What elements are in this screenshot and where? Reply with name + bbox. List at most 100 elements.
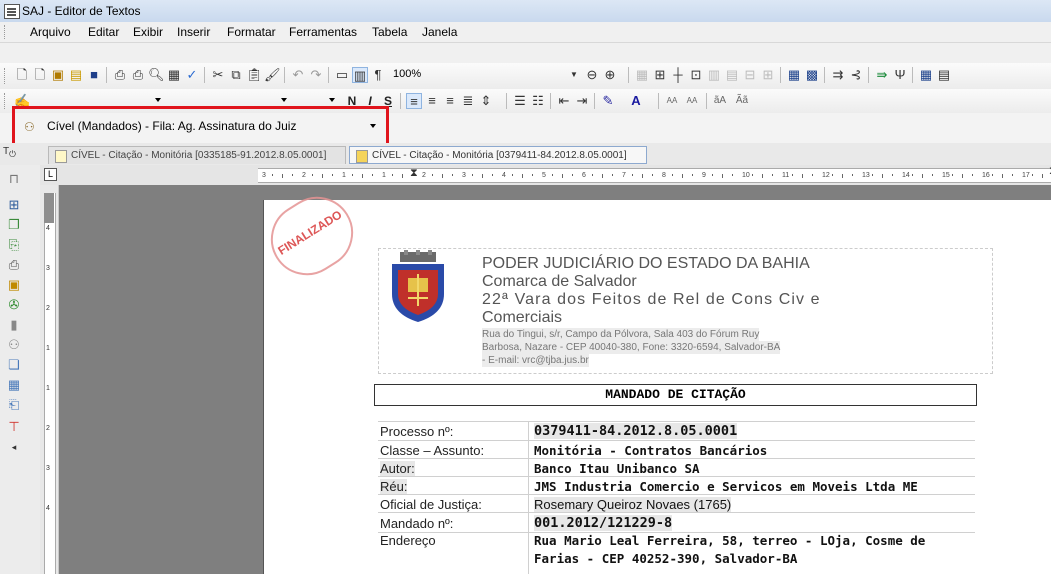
open-folder-icon[interactable]: ▤ [68, 67, 84, 83]
align-left-icon[interactable]: ≡ [406, 93, 422, 109]
field-icon[interactable]: ▣ [6, 277, 22, 293]
table-properties-icon[interactable]: ▦ [786, 67, 802, 83]
table-cell-icon[interactable]: ⊡ [688, 67, 704, 83]
numbering-icon[interactable]: ☷ [530, 93, 546, 109]
zoom-out-icon[interactable]: ⊖ [584, 67, 600, 83]
table-view-icon[interactable]: ▥ [352, 67, 368, 83]
signature-icon[interactable]: ✇ [6, 297, 22, 313]
ruler-tick [732, 174, 733, 176]
zoom-in-icon[interactable]: ⊕ [602, 67, 618, 83]
archive-icon[interactable]: ▮ [6, 317, 22, 333]
align-center-icon[interactable]: ≡ [424, 93, 440, 109]
table-insert-icon[interactable]: ▦ [634, 67, 650, 83]
text-tool-icon[interactable]: T⏻ [3, 146, 16, 160]
ruler-tick [592, 174, 593, 176]
paste-icon[interactable]: 📋︎ [246, 67, 263, 83]
toolbar-grip[interactable] [4, 93, 8, 109]
undo-icon[interactable]: ↶ [290, 67, 306, 83]
menu-ferramentas[interactable]: Ferramentas [289, 25, 357, 39]
ruler-tick [992, 174, 993, 176]
table-split-icon[interactable]: ⊟ [742, 67, 758, 83]
print-setup-icon[interactable]: ▦ [166, 67, 182, 83]
layout-icon[interactable]: ▤ [936, 67, 952, 83]
font-color-icon[interactable]: A [628, 93, 644, 109]
align-right-icon[interactable]: ≡ [442, 93, 458, 109]
menubar-grip[interactable] [4, 25, 8, 39]
menu-exibir[interactable]: Exibir [133, 25, 163, 39]
filter-icon[interactable]: Ψ [892, 67, 908, 83]
table-borders-icon[interactable]: ▩ [804, 67, 820, 83]
table-lines-icon[interactable]: ┼ [670, 67, 686, 83]
copy-document-icon[interactable]: ❐ [6, 217, 22, 233]
field-label-classe: Classe – Assunto: [380, 443, 485, 458]
save-icon[interactable]: ■ [86, 67, 102, 83]
menu-formatar[interactable]: Formatar [227, 25, 276, 39]
increase-indent-icon[interactable]: ⇥ [574, 93, 590, 109]
frame-icon[interactable]: ▭ [334, 67, 350, 83]
menu-janela[interactable]: Janela [422, 25, 457, 39]
pin-icon[interactable]: ⊤ [6, 419, 22, 435]
separator [106, 67, 107, 83]
tab-document-1[interactable]: CÍVEL - Citação - Monitória [0335185-91.… [48, 146, 346, 164]
menu-tabela[interactable]: Tabela [372, 25, 407, 39]
attach-icon[interactable]: ⎗ [6, 397, 22, 413]
open-model-icon[interactable]: ▣ [50, 67, 66, 83]
print-preview-icon[interactable]: ⎙ [130, 67, 146, 83]
insert-field-icon[interactable]: ⇉ [830, 67, 846, 83]
bullets-icon[interactable]: ☰ [512, 93, 528, 109]
pages-icon[interactable]: ❏ [6, 357, 22, 373]
toolbar-grip[interactable] [4, 68, 8, 84]
justify-icon[interactable]: ≣ [460, 93, 476, 109]
template-icon[interactable]: ⊞ [6, 197, 22, 213]
zoom-select[interactable]: 100% [390, 66, 510, 83]
menu-editar[interactable]: Editar [88, 25, 119, 39]
ruler-tick [372, 174, 373, 176]
form-icon[interactable]: ⊓ [6, 171, 22, 187]
grid-icon[interactable]: ▦ [918, 67, 934, 83]
new-document-icon[interactable]: 🗋 [32, 67, 48, 83]
edit-document-icon[interactable]: ⎘ [6, 237, 22, 253]
menu-arquivo[interactable]: Arquivo [30, 25, 71, 39]
decrease-indent-icon[interactable]: ⇤ [556, 93, 572, 109]
left-indent-marker-icon[interactable]: ⧗ [410, 167, 418, 180]
collapse-arrow-icon[interactable]: ◂ [6, 439, 22, 455]
ruler-number: 13 [862, 172, 870, 179]
group-icon[interactable]: ⚇ [6, 337, 22, 353]
print-icon[interactable]: ⎙ [112, 67, 128, 83]
shrink-font-icon[interactable]: AA [684, 93, 700, 109]
new-icon[interactable]: 🗋 [14, 67, 30, 83]
ruler-number: 8 [662, 172, 666, 179]
tab-document-2[interactable]: CÍVEL - Citação - Monitória [0379411-84.… [349, 146, 647, 164]
vertical-ruler[interactable]: 4 3 2 1 1 2 3 4 [40, 185, 59, 574]
field-label-endereco: Endereço [380, 533, 436, 548]
merge-icon[interactable]: ⇛ [874, 67, 890, 83]
table-col-icon[interactable]: ▥ [706, 67, 722, 83]
preview-icon[interactable]: 🔍︎ [148, 67, 165, 83]
printer-icon[interactable]: ⎙ [6, 257, 22, 273]
ruler-tick [722, 174, 723, 178]
subscript-icon[interactable]: Ãã [734, 93, 750, 109]
horizontal-ruler[interactable]: 3 2 1 1 2 3 4 5 6 7 8 9 10 11 12 13 14 15 16 17 [258, 168, 1051, 183]
insert-variable-icon[interactable]: ⊰ [848, 67, 864, 83]
tab-stop-selector[interactable]: L [44, 168, 57, 181]
menu-inserir[interactable]: Inserir [177, 25, 210, 39]
spellcheck-icon[interactable]: ✓ [184, 67, 200, 83]
line-spacing-icon[interactable]: ⇕ [478, 93, 494, 109]
table-row-icon[interactable]: ▤ [724, 67, 740, 83]
ruler-tick [632, 174, 633, 176]
ruler-number: 16 [982, 172, 990, 179]
redo-icon[interactable]: ↷ [308, 67, 324, 83]
ruler-tick [352, 174, 353, 176]
pilcrow-icon[interactable]: ¶ [370, 67, 386, 83]
table-merge-icon[interactable]: ⊞ [760, 67, 776, 83]
zoom-dropdown-arrow-icon[interactable]: ▼ [570, 67, 578, 83]
highlight-icon[interactable]: ✎ [600, 93, 616, 109]
cut-icon[interactable]: ✂ [210, 67, 226, 83]
superscript-icon[interactable]: ãA [712, 93, 728, 109]
grow-font-icon[interactable]: AA [664, 93, 680, 109]
format-painter-icon[interactable]: 🖌︎ [264, 67, 281, 83]
copy-icon[interactable]: ⧉ [228, 67, 244, 83]
ruler-tick [522, 174, 523, 178]
table-grid-icon[interactable]: ⊞ [652, 67, 668, 83]
table-icon[interactable]: ▦ [6, 377, 22, 393]
